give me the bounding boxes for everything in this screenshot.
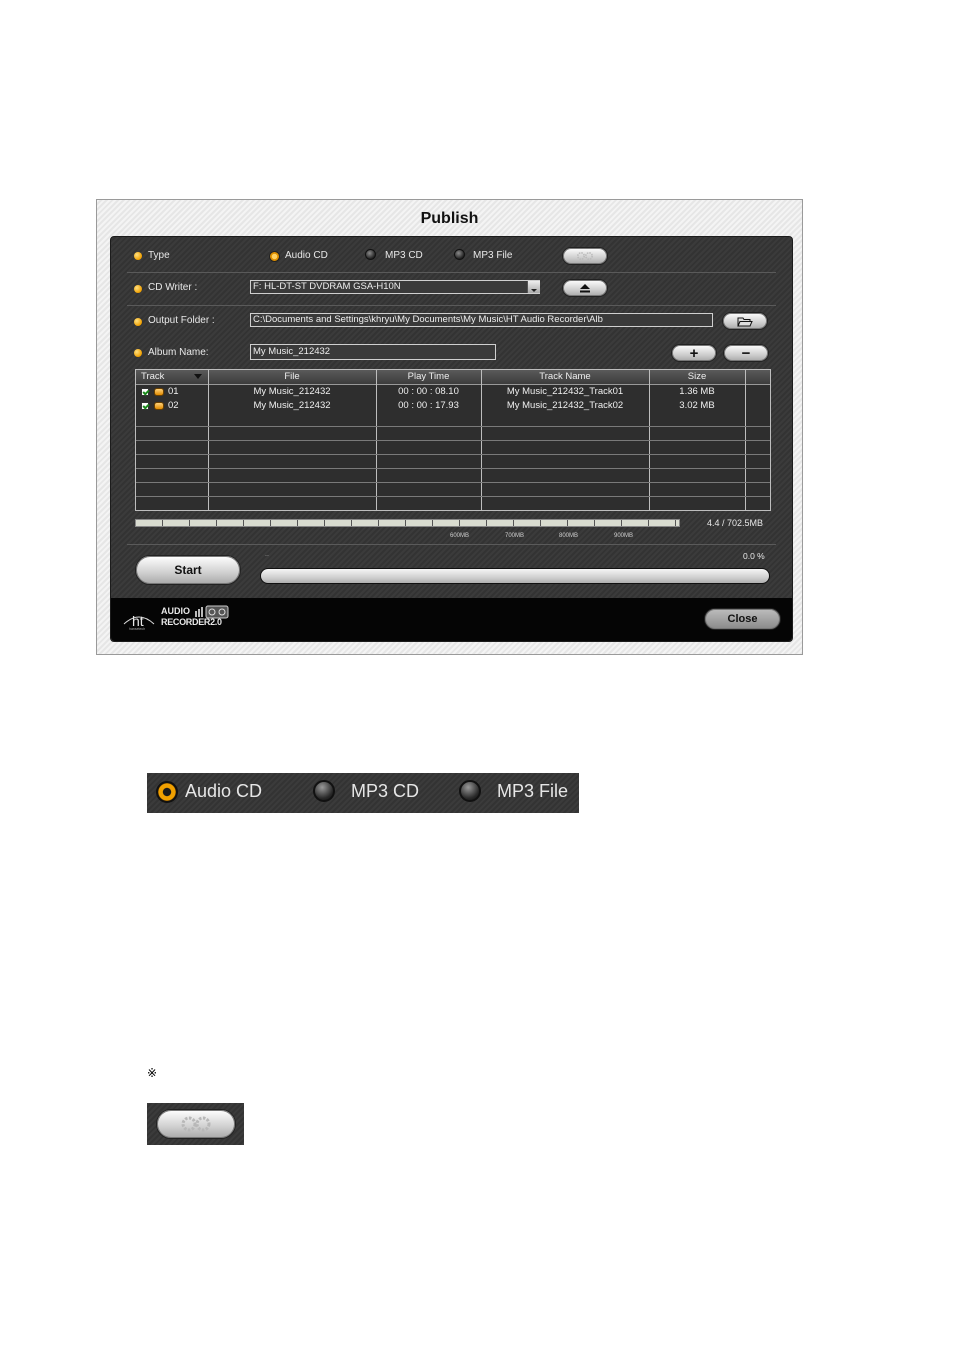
start-button[interactable]: Start bbox=[135, 555, 241, 585]
track-table: Track File Play Time Track Name Size 01 … bbox=[135, 369, 771, 511]
column-header-play-time[interactable]: Play Time bbox=[376, 370, 481, 384]
cd-writer-select[interactable]: F: HL-DT-ST DVDRAM GSA-H10N bbox=[250, 280, 540, 294]
separator bbox=[127, 272, 776, 273]
cd-track-icon bbox=[154, 402, 164, 410]
track-number: 01 bbox=[168, 386, 179, 397]
progress-status: .. bbox=[265, 551, 269, 558]
track-play-time: 00 : 00 : 17.93 bbox=[398, 400, 459, 411]
eject-icon bbox=[580, 284, 590, 293]
cd-writer-value: F: HL-DT-ST DVDRAM GSA-H10N bbox=[253, 281, 401, 292]
sort-down-icon bbox=[194, 374, 202, 379]
column-header-file[interactable]: File bbox=[208, 370, 376, 384]
type-label: Type bbox=[148, 250, 170, 261]
eject-button[interactable] bbox=[562, 279, 608, 297]
output-folder-input[interactable]: C:\Documents and Settings\khryu\My Docum… bbox=[250, 313, 713, 327]
radio-audio-cd-large[interactable] bbox=[156, 781, 178, 803]
track-name: My Music_212432_Track01 bbox=[506, 386, 624, 397]
app-logo: ht hansetech AUDIO RECORDER2.0 bbox=[123, 605, 235, 633]
track-checkbox[interactable] bbox=[141, 402, 149, 410]
table-row[interactable]: 02 My Music_212432 00 : 00 : 17.93 My Mu… bbox=[136, 399, 770, 412]
track-play-time: 00 : 00 : 08.10 bbox=[398, 386, 459, 397]
capacity-text: 4.4 / 702.5MB bbox=[707, 518, 764, 528]
output-folder-bullet-icon bbox=[134, 318, 142, 326]
cd-writer-label: CD Writer : bbox=[148, 282, 198, 293]
type-bullet-icon bbox=[134, 252, 142, 260]
radio-mp3-cd-large[interactable] bbox=[313, 780, 335, 802]
settings-button-large[interactable] bbox=[156, 1109, 236, 1139]
track-file: My Music_212432 bbox=[253, 400, 331, 411]
radio-mp3-file-large[interactable] bbox=[459, 780, 481, 802]
progress-percent: 0.0 % bbox=[743, 551, 765, 561]
radio-audio-cd-large-label: Audio CD bbox=[185, 781, 263, 801]
album-name-label: Album Name: bbox=[148, 347, 209, 358]
row-divider bbox=[136, 468, 770, 469]
radio-mp3-cd[interactable] bbox=[365, 249, 376, 260]
capacity-tick: 600MB bbox=[450, 533, 470, 539]
column-header-track-name[interactable]: Track Name bbox=[481, 370, 649, 384]
row-divider bbox=[136, 454, 770, 455]
separator bbox=[127, 305, 776, 306]
browse-folder-button[interactable] bbox=[722, 312, 768, 330]
chevron-down-icon[interactable] bbox=[527, 281, 540, 293]
capacity-tick: 900MB bbox=[614, 533, 634, 539]
radio-audio-cd-label: Audio CD bbox=[285, 250, 328, 261]
radio-mp3-file-label: MP3 File bbox=[473, 250, 513, 261]
publish-panel: Type Audio CD MP3 CD MP3 File CD Writer … bbox=[110, 236, 793, 642]
capacity-tick: 800MB bbox=[559, 533, 579, 539]
gear-icon bbox=[576, 251, 594, 261]
capacity-bar bbox=[135, 519, 680, 527]
window-title: Publish bbox=[420, 210, 479, 227]
folder-open-icon bbox=[737, 317, 753, 326]
radio-mp3-file-large-label: MP3 File bbox=[497, 781, 569, 801]
track-number: 02 bbox=[168, 400, 179, 411]
close-button[interactable]: Close bbox=[704, 608, 781, 630]
note-symbol: ※ bbox=[147, 1066, 158, 1080]
row-divider bbox=[136, 440, 770, 441]
album-name-input[interactable]: My Music_212432 bbox=[250, 344, 496, 360]
remove-track-button[interactable]: − bbox=[723, 344, 769, 362]
row-divider bbox=[136, 496, 770, 497]
track-size: 1.36 MB bbox=[679, 386, 715, 397]
ht-logo-icon: ht hansetech bbox=[123, 613, 155, 630]
radio-mp3-file[interactable] bbox=[454, 249, 465, 260]
cd-track-icon bbox=[154, 388, 164, 396]
logo-line1: AUDIO bbox=[161, 606, 190, 616]
table-row[interactable]: 01 My Music_212432 00 : 00 : 08.10 My Mu… bbox=[136, 385, 770, 398]
radio-mp3-cd-large-label: MP3 CD bbox=[351, 781, 420, 801]
type-options-closeup: Audio CD MP3 CD MP3 File bbox=[147, 773, 579, 813]
track-checkbox[interactable] bbox=[141, 388, 149, 396]
output-folder-label: Output Folder : bbox=[148, 315, 215, 326]
row-divider bbox=[136, 426, 770, 427]
settings-button-closeup bbox=[147, 1103, 244, 1145]
track-file: My Music_212432 bbox=[253, 386, 331, 397]
track-table-header: Track File Play Time Track Name Size bbox=[136, 370, 770, 385]
cd-writer-bullet-icon bbox=[134, 285, 142, 293]
column-header-size[interactable]: Size bbox=[649, 370, 745, 384]
svg-text:hansetech: hansetech bbox=[129, 627, 145, 630]
radio-mp3-cd-label: MP3 CD bbox=[385, 250, 423, 261]
add-track-button[interactable]: + bbox=[671, 344, 717, 362]
separator bbox=[127, 544, 776, 545]
gear-icon bbox=[181, 1116, 211, 1132]
capacity-tick: 700MB bbox=[505, 533, 525, 539]
track-size: 3.02 MB bbox=[679, 400, 715, 411]
footer-bar: ht hansetech AUDIO RECORDER2.0 Close bbox=[111, 598, 792, 641]
settings-button[interactable] bbox=[562, 247, 608, 265]
track-name: My Music_212432_Track02 bbox=[506, 400, 624, 411]
publish-window: Publish Type Audio CD MP3 CD MP3 File CD… bbox=[96, 199, 803, 655]
row-divider bbox=[136, 482, 770, 483]
recorder-icon bbox=[195, 605, 229, 619]
column-header-track[interactable]: Track bbox=[136, 370, 208, 384]
radio-audio-cd[interactable] bbox=[269, 251, 280, 262]
album-name-bullet-icon bbox=[134, 349, 142, 357]
progress-bar bbox=[260, 568, 770, 584]
